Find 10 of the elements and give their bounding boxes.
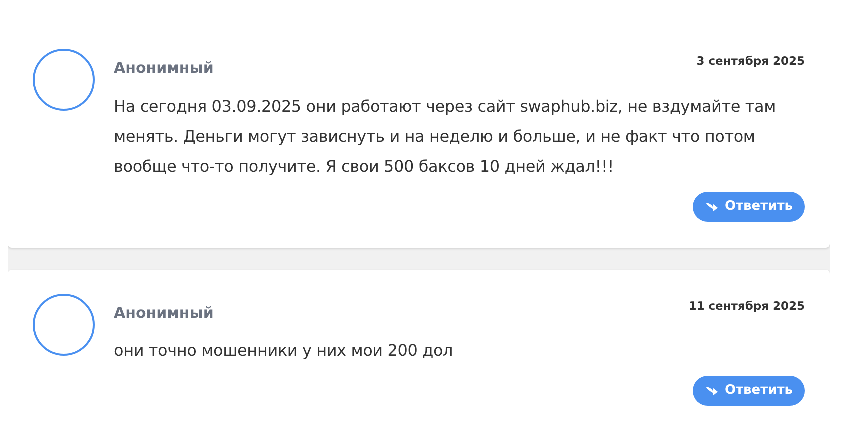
comment-text: На сегодня 03.09.2025 они работают через сайт swaphub.biz, не вздумайте там менять. Деньги могут зависнуть и на неделю и больше, и не факт что потом вообще что-то получите. Я свои 500 баксов 10 дней ждал!!!: [114, 96, 777, 178]
comment-text: они точно мошенники у них мои 200 дол: [114, 340, 454, 362]
comment-date: 3 сентября 2025: [696, 53, 805, 70]
reply-button[interactable]: Ответить: [692, 192, 805, 222]
author-name: Анонимный: [114, 302, 214, 324]
comment-date: 11 сентября 2025: [688, 298, 805, 314]
author-name: Анонимный: [114, 58, 214, 79]
reply-button[interactable]: Ответить: [692, 376, 805, 406]
reply-arrow-icon: [704, 200, 719, 212]
reply-arrow-icon: [704, 385, 719, 397]
